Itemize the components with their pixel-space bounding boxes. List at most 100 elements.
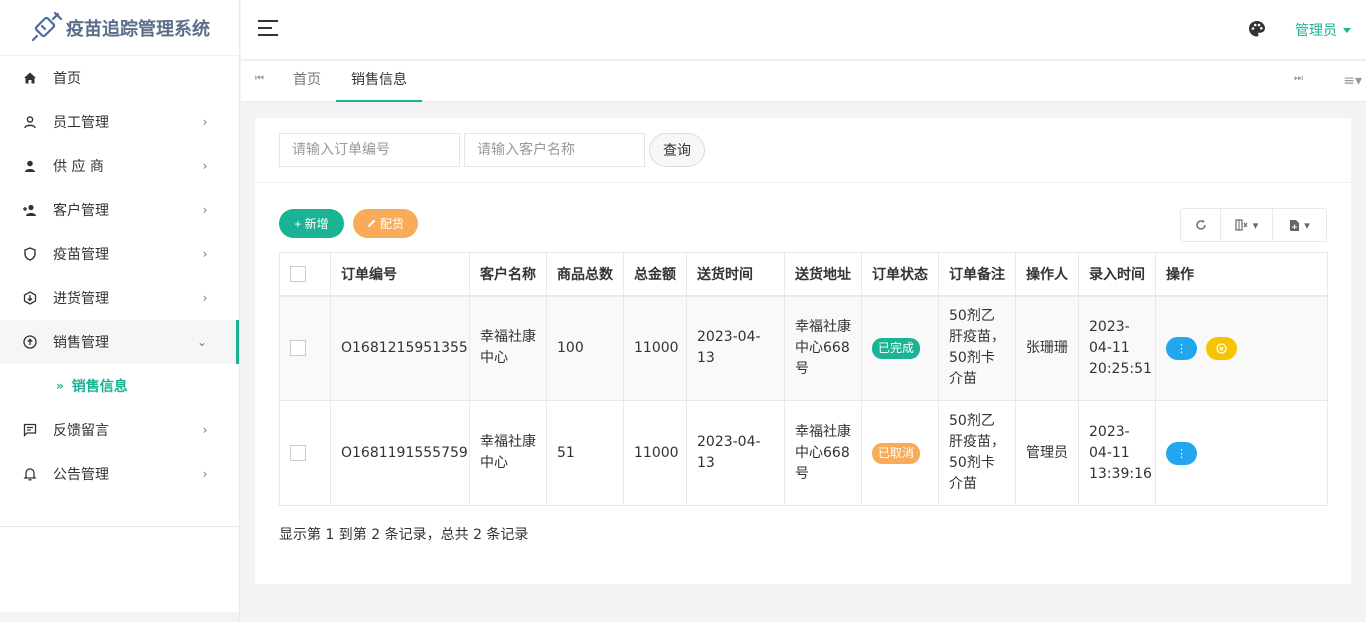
- sidebar-item-label: 首页: [53, 71, 81, 87]
- sidebar-item-label: 进货管理: [53, 291, 109, 307]
- status-badge: 已完成: [872, 337, 921, 359]
- message-icon: [22, 422, 38, 438]
- sidebar-item-feedback[interactable]: 反馈留言 ›: [0, 408, 239, 452]
- sidebar-item-customer[interactable]: 客户管理 ›: [0, 188, 239, 232]
- sidebar-subitem-label: 销售信息: [71, 379, 128, 395]
- sidebar-item-sales[interactable]: 销售管理 ⌄: [0, 320, 239, 364]
- column-header[interactable]: 送货地址: [784, 252, 862, 297]
- info-icon: ⋮: [1176, 341, 1187, 355]
- sidebar-item-label: 公告管理: [53, 467, 109, 483]
- customer-name-input[interactable]: [464, 133, 645, 167]
- row-checkbox[interactable]: [290, 444, 306, 461]
- column-header[interactable]: 客户名称: [469, 252, 547, 297]
- select-all-checkbox[interactable]: [290, 265, 306, 282]
- cancel-order-button[interactable]: [1206, 336, 1238, 360]
- table-row[interactable]: O1681191555759 幸福社康中心 51 11000 2023-04-1…: [279, 400, 1328, 506]
- order-no-input[interactable]: [279, 133, 460, 167]
- column-header[interactable]: 操作人: [1015, 252, 1079, 297]
- sidebar-item-supplier[interactable]: 供 应 商 ›: [0, 144, 239, 188]
- app-logo[interactable]: 疫苗追踪管理系统: [0, 0, 239, 56]
- status-cell: 已取消: [861, 400, 939, 506]
- select-all-cell: [279, 252, 331, 297]
- quantity-cell: 100: [546, 295, 624, 401]
- chevron-right-icon: ›: [202, 467, 208, 481]
- columns-toggle-icon[interactable]: ▾: [1221, 209, 1273, 241]
- palette-icon[interactable]: [1248, 20, 1266, 38]
- amount-cell: 11000: [623, 295, 687, 401]
- orders-table: 订单编号 客户名称 商品总数 总金额 送货时间 送货地址 订单状态 订单备注 操…: [279, 252, 1328, 506]
- home-icon: [22, 70, 38, 86]
- column-header[interactable]: 录入时间: [1078, 252, 1156, 297]
- status-cell: 已完成: [861, 295, 939, 401]
- shield-icon: [22, 246, 38, 262]
- operator-cell: 管理员: [1015, 400, 1079, 506]
- tab-options-icon[interactable]: ≡▾: [1343, 73, 1362, 89]
- sidebar-item-home[interactable]: 首页: [0, 56, 239, 100]
- chevron-right-icon: ›: [202, 247, 208, 261]
- hexagon-download-icon: [22, 290, 38, 306]
- divider: [255, 182, 1351, 183]
- column-header[interactable]: 订单编号: [330, 252, 470, 297]
- quantity-cell: 51: [546, 400, 624, 506]
- query-button[interactable]: 查询: [649, 133, 705, 167]
- distribute-label: 配货: [379, 217, 404, 231]
- user-solid-icon: [22, 158, 38, 174]
- content-card: 查询 + 新增 配货 ▾ ▾ 订单编号 客户: [255, 118, 1351, 584]
- user-dropdown[interactable]: 管理员: [1295, 20, 1351, 40]
- sidebar-item-staff[interactable]: 员工管理 ›: [0, 100, 239, 144]
- add-button[interactable]: + 新增: [279, 209, 344, 238]
- syringe-logo-icon: [30, 11, 64, 45]
- chevron-down-icon: ⌄: [196, 335, 208, 349]
- caret-down-icon: [1343, 27, 1351, 33]
- sidebar-item-label: 销售管理: [53, 335, 109, 351]
- refresh-icon[interactable]: [1181, 209, 1221, 241]
- remark-cell: 50剂乙肝疫苗，50剂卡介苗: [938, 400, 1016, 506]
- caret-down-icon: ▾: [1252, 218, 1259, 232]
- entry-time-cell: 2023-04-11 20:25:51: [1078, 295, 1156, 401]
- column-header[interactable]: 订单备注: [938, 252, 1016, 297]
- distribute-button[interactable]: 配货: [353, 209, 418, 238]
- sidebar-item-notice[interactable]: 公告管理 ›: [0, 452, 239, 496]
- order-no-cell: O1681191555759: [330, 400, 470, 506]
- sidebar-item-vaccine[interactable]: 疫苗管理 ›: [0, 232, 239, 276]
- caret-down-icon: ▾: [1304, 218, 1310, 232]
- tab-scroll-left-icon[interactable]: ⏮: [255, 73, 264, 84]
- info-icon: ⋮: [1176, 446, 1187, 460]
- column-header[interactable]: 商品总数: [546, 252, 624, 297]
- amount-cell: 11000: [623, 400, 687, 506]
- detail-button[interactable]: ⋮: [1166, 336, 1197, 360]
- tab-sales-info[interactable]: 销售信息: [336, 61, 422, 102]
- user-plus-icon: [22, 202, 38, 218]
- menu-toggle-icon[interactable]: [258, 20, 278, 36]
- search-bar: 查询: [279, 133, 705, 167]
- row-checkbox[interactable]: [290, 339, 306, 356]
- sidebar-footer-bar: [0, 612, 239, 622]
- tab-home[interactable]: 首页: [278, 61, 336, 102]
- sidebar-item-label: 员工管理: [53, 115, 109, 131]
- sidebar-item-label: 供 应 商: [53, 159, 104, 175]
- chevron-right-icon: ›: [202, 423, 208, 437]
- actions-cell: ⋮: [1155, 400, 1328, 506]
- column-header[interactable]: 送货时间: [686, 252, 785, 297]
- tab-scroll-right-icon[interactable]: ⏭: [1294, 73, 1303, 84]
- user-name: 管理员: [1295, 23, 1337, 39]
- entry-time-cell: 2023-04-11 13:39:16: [1078, 400, 1156, 506]
- sidebar-item-purchase[interactable]: 进货管理 ›: [0, 276, 239, 320]
- actions-cell: ⋮: [1155, 295, 1328, 401]
- sidebar-subitem-sales-info[interactable]: » 销售信息: [0, 364, 239, 408]
- double-chevron-right-icon: »: [56, 379, 64, 393]
- column-header[interactable]: 总金额: [623, 252, 687, 297]
- column-header[interactable]: 订单状态: [861, 252, 939, 297]
- sidebar-item-label: 客户管理: [53, 203, 109, 219]
- bell-icon: [22, 466, 38, 482]
- detail-button[interactable]: ⋮: [1166, 441, 1197, 465]
- circle-upload-icon: [22, 334, 38, 350]
- table-header-row: 订单编号 客户名称 商品总数 总金额 送货时间 送货地址 订单状态 订单备注 操…: [279, 252, 1328, 297]
- export-icon[interactable]: ▾: [1273, 209, 1326, 241]
- sidebar-item-label: 疫苗管理: [53, 247, 109, 263]
- tabs-bar: ⏮ 首页 销售信息 ⏭ ≡▾: [241, 61, 1366, 102]
- chevron-right-icon: ›: [202, 159, 208, 173]
- app-title: 疫苗追踪管理系统: [66, 18, 210, 40]
- address-cell: 幸福社康中心668号: [784, 400, 862, 506]
- table-row[interactable]: O1681215951355 幸福社康中心 100 11000 2023-04-…: [279, 295, 1328, 401]
